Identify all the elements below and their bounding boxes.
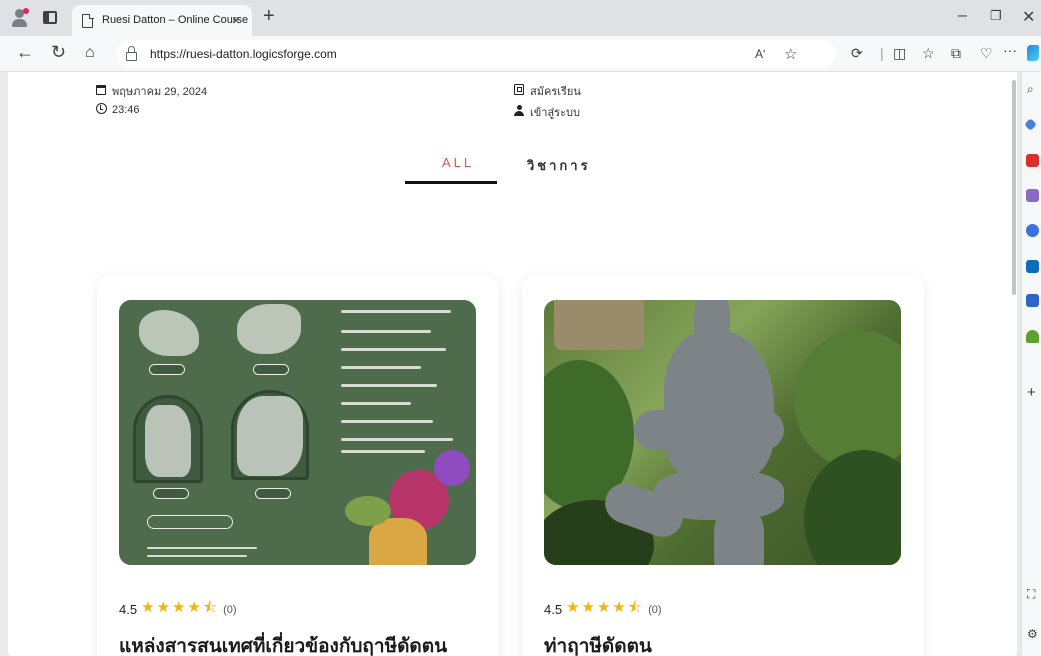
url-text: https://ruesi-datton.logicsforge.com bbox=[150, 47, 337, 61]
calendar-icon bbox=[96, 85, 106, 95]
review-count: (0) bbox=[648, 603, 662, 616]
course-title[interactable]: ท่าฤาษีดัดตน bbox=[544, 631, 652, 656]
filter-tab-all[interactable]: ALL bbox=[442, 155, 474, 170]
register-link[interactable]: สมัครเรียน bbox=[513, 82, 581, 100]
collections-icon[interactable]: ⧉ bbox=[951, 45, 961, 62]
lock-icon[interactable] bbox=[126, 46, 137, 61]
copilot-app-icon[interactable] bbox=[1026, 224, 1039, 237]
rating-value: 4.5 bbox=[544, 602, 563, 617]
more-options-icon[interactable]: ··· bbox=[1003, 42, 1017, 58]
people-icon[interactable] bbox=[1026, 189, 1039, 202]
drop-icon[interactable] bbox=[1026, 330, 1039, 343]
page-scrollbar[interactable] bbox=[1012, 80, 1016, 295]
extensions-icon[interactable]: ⟳ bbox=[851, 45, 863, 62]
settings-gear-icon[interactable]: ⚙ bbox=[1027, 627, 1038, 641]
course-thumbnail-statue[interactable] bbox=[544, 300, 901, 565]
restore-button[interactable]: ❐ bbox=[990, 8, 1002, 24]
active-tab-indicator bbox=[405, 181, 497, 184]
register-icon bbox=[514, 84, 524, 95]
browser-essentials-icon[interactable]: ♡ bbox=[980, 45, 993, 62]
tab-actions-icon[interactable] bbox=[43, 11, 57, 24]
time-info: 23:46 bbox=[95, 103, 140, 117]
copilot-icon[interactable] bbox=[1027, 45, 1039, 61]
refresh-icon[interactable]: ↻ bbox=[51, 42, 66, 63]
login-label[interactable]: เข้าสู่ระบบ bbox=[530, 103, 580, 121]
favorites-icon[interactable]: ☆ bbox=[922, 45, 935, 62]
browser-tab-bar: Ruesi Datton – Online Course × + – ❐ ✕ bbox=[0, 0, 1041, 36]
course-rating: 4.5 ★★★★⯪ (0) bbox=[544, 597, 662, 622]
tag-icon[interactable] bbox=[1024, 118, 1037, 131]
star-rating-icon: ★★★★⯪ bbox=[141, 599, 220, 616]
shopping-icon[interactable] bbox=[1026, 154, 1039, 167]
tab-title: Ruesi Datton – Online Course bbox=[102, 14, 249, 26]
filter-tab-vichakan[interactable]: วิชาการ bbox=[527, 155, 591, 176]
star-rating-icon: ★★★★⯪ bbox=[566, 599, 645, 616]
browser-tab-active[interactable]: Ruesi Datton – Online Course × bbox=[72, 5, 252, 36]
favorite-star-icon[interactable]: ☆ bbox=[784, 45, 797, 63]
review-count: (0) bbox=[223, 603, 237, 616]
address-bar[interactable]: https://ruesi-datton.logicsforge.com Aʹ … bbox=[116, 40, 836, 68]
course-card[interactable]: 4.5 ★★★★⯪ (0) ท่าฤาษีดัดตน bbox=[522, 275, 924, 656]
course-rating: 4.5 ★★★★⯪ (0) bbox=[119, 597, 237, 622]
date-text: พฤษภาคม 29, 2024 bbox=[112, 86, 208, 98]
close-window-button[interactable]: ✕ bbox=[1022, 7, 1035, 27]
screenshot-icon[interactable]: ⛶ bbox=[1027, 587, 1035, 602]
edge-sidebar: ⌕ + ⛶ ⚙ bbox=[1021, 72, 1041, 656]
add-sidebar-app-icon[interactable]: + bbox=[1027, 384, 1036, 401]
page-viewport: พฤษภาคม 29, 2024 23:46 สมัครเรียน เข้าสู… bbox=[8, 72, 1017, 656]
browser-toolbar: ← ↻ ⌂ https://ruesi-datton.logicsforge.c… bbox=[0, 36, 1041, 72]
split-screen-icon[interactable]: ◫ bbox=[893, 45, 906, 62]
user-icon bbox=[514, 105, 524, 116]
back-arrow-icon[interactable]: ← bbox=[16, 42, 34, 63]
login-link[interactable]: เข้าสู่ระบบ bbox=[513, 103, 580, 121]
register-label[interactable]: สมัครเรียน bbox=[530, 82, 581, 100]
new-tab-button[interactable]: + bbox=[263, 5, 275, 28]
page-icon bbox=[82, 13, 94, 28]
date-info: พฤษภาคม 29, 2024 bbox=[95, 82, 207, 100]
home-icon[interactable]: ⌂ bbox=[85, 44, 95, 62]
course-thumbnail-infographic[interactable] bbox=[119, 300, 476, 565]
clock-icon bbox=[95, 103, 107, 114]
minimize-button[interactable]: – bbox=[958, 7, 967, 25]
read-aloud-icon[interactable]: Aʹ bbox=[755, 47, 765, 61]
outlook-icon[interactable] bbox=[1026, 260, 1039, 273]
course-card[interactable]: 4.5 ★★★★⯪ (0) แหล่งสารสนเทศที่เกี่ยวข้อง… bbox=[97, 275, 499, 656]
time-text: 23:46 bbox=[112, 104, 140, 116]
close-tab-icon[interactable]: × bbox=[232, 12, 240, 28]
search-icon[interactable]: ⌕ bbox=[1027, 82, 1034, 97]
course-title[interactable]: แหล่งสารสนเทศที่เกี่ยวข้องกับฤาษีดัดตน bbox=[119, 631, 447, 656]
divider: | bbox=[880, 45, 884, 61]
rating-value: 4.5 bbox=[119, 602, 138, 617]
profile-icon[interactable] bbox=[10, 8, 30, 28]
games-icon[interactable] bbox=[1026, 294, 1039, 307]
